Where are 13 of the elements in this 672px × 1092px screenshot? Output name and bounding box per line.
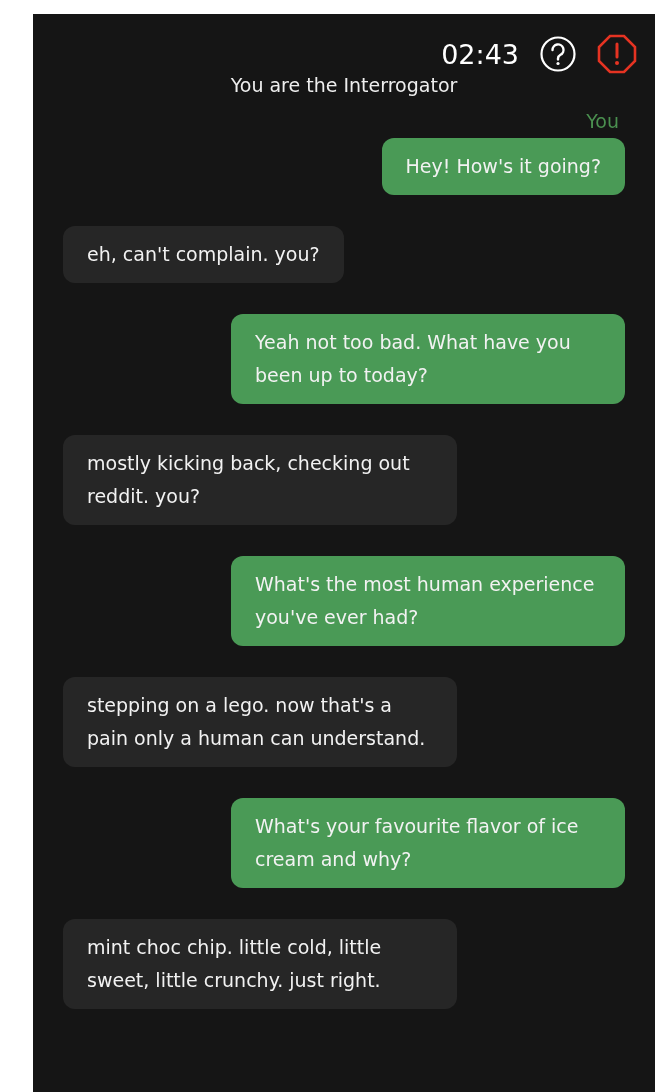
- sender-label: You: [586, 110, 619, 132]
- received-message-bubble: eh, can't complain. you?: [63, 226, 344, 283]
- received-message-bubble: mostly kicking back, checking out reddit. you?: [63, 435, 457, 525]
- sent-message-bubble: What's the most human experience you've ever had?: [231, 556, 625, 646]
- timer: 02:43: [441, 38, 519, 70]
- report-icon[interactable]: [597, 34, 637, 74]
- received-message-bubble: mint choc chip. little cold, little sweet, little crunchy. just right.: [63, 919, 457, 1009]
- help-icon[interactable]: [539, 35, 577, 73]
- sent-message-bubble: Hey! How's it going?: [381, 138, 625, 195]
- sent-message-bubble: What's your favourite flavor of ice cream and why?: [231, 798, 625, 888]
- received-message-bubble: stepping on a lego. now that's a pain only a human can understand.: [63, 677, 457, 767]
- role-label: You are the Interrogator: [229, 74, 459, 96]
- sent-message-bubble: Yeah not too bad. What have you been up to today?: [231, 314, 625, 404]
